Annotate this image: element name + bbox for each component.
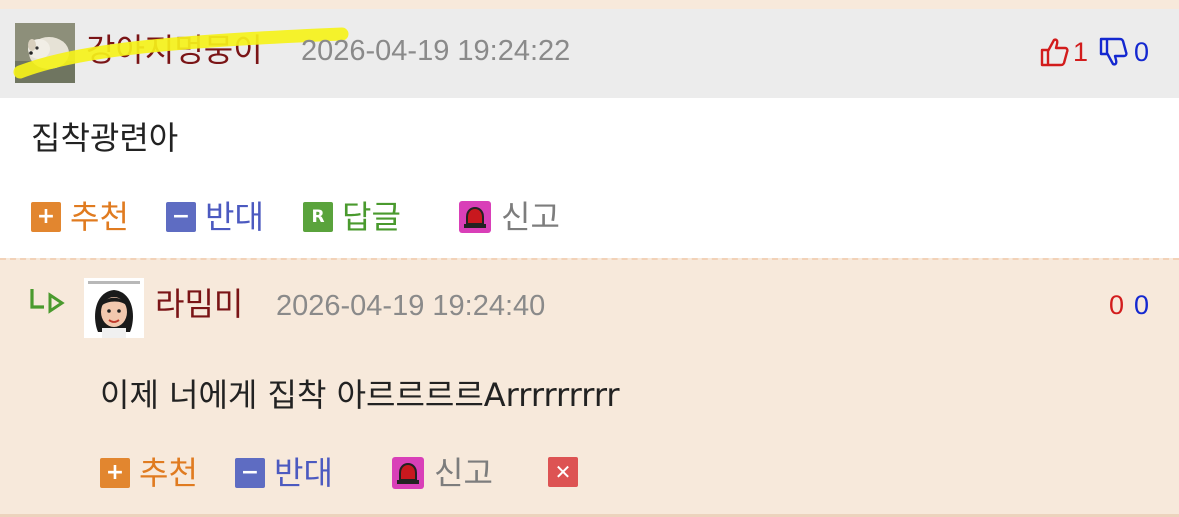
close-icon: ✕ (548, 457, 578, 487)
oppose-label: 반대 (274, 454, 333, 492)
oppose-button[interactable]: − 반대 (235, 453, 333, 493)
comment-text: 집착광련아 (31, 119, 179, 157)
recommend-label: 추천 (70, 198, 129, 236)
recommend-button[interactable]: + 추천 (100, 453, 198, 493)
vote-counter: 1 0 (1039, 32, 1149, 72)
siren-icon (459, 201, 491, 233)
reply-author[interactable]: 라밈미 (155, 284, 243, 324)
upvote-count: 1 (1072, 36, 1088, 67)
reply-text: 이제 너에게 집착 아르르르르Arrrrrrrrr (100, 376, 620, 414)
comment-author[interactable]: 강아지멍뭉이 (86, 30, 263, 70)
avatar[interactable] (84, 278, 144, 338)
report-label: 신고 (434, 454, 493, 492)
reply-vote-counter: 0 0 (1109, 285, 1149, 325)
reply-timestamp: 2026-04-19 19:24:40 (276, 290, 546, 322)
minus-icon: − (166, 202, 196, 232)
oppose-button[interactable]: − 반대 (166, 197, 264, 237)
downvote-count: 0 (1133, 36, 1149, 67)
plus-icon: + (100, 458, 130, 488)
minus-icon: − (235, 458, 265, 488)
top-strip (0, 0, 1179, 9)
recommend-label: 추천 (139, 454, 198, 492)
thumbs-up-icon[interactable] (1039, 36, 1069, 68)
reply-downvote-count[interactable]: 0 (1134, 290, 1149, 321)
comment-timestamp: 2026-04-19 19:24:22 (301, 35, 571, 67)
report-label: 신고 (501, 198, 560, 236)
report-button[interactable]: 신고 (458, 197, 560, 237)
delete-button[interactable]: ✕ (548, 457, 587, 487)
avatar[interactable] (15, 23, 75, 83)
reply-upvote-count[interactable]: 0 (1109, 290, 1124, 321)
reply-arrow-icon (30, 289, 65, 314)
report-button[interactable]: 신고 (391, 453, 493, 493)
oppose-label: 반대 (205, 198, 264, 236)
plus-icon: + (31, 202, 61, 232)
reply-r-icon: R (303, 202, 333, 232)
reply-label: 답글 (342, 198, 401, 236)
siren-icon (392, 457, 424, 489)
recommend-button[interactable]: + 추천 (31, 197, 129, 237)
thumbs-down-icon[interactable] (1098, 36, 1128, 68)
reply-button[interactable]: R 답글 (303, 197, 401, 237)
